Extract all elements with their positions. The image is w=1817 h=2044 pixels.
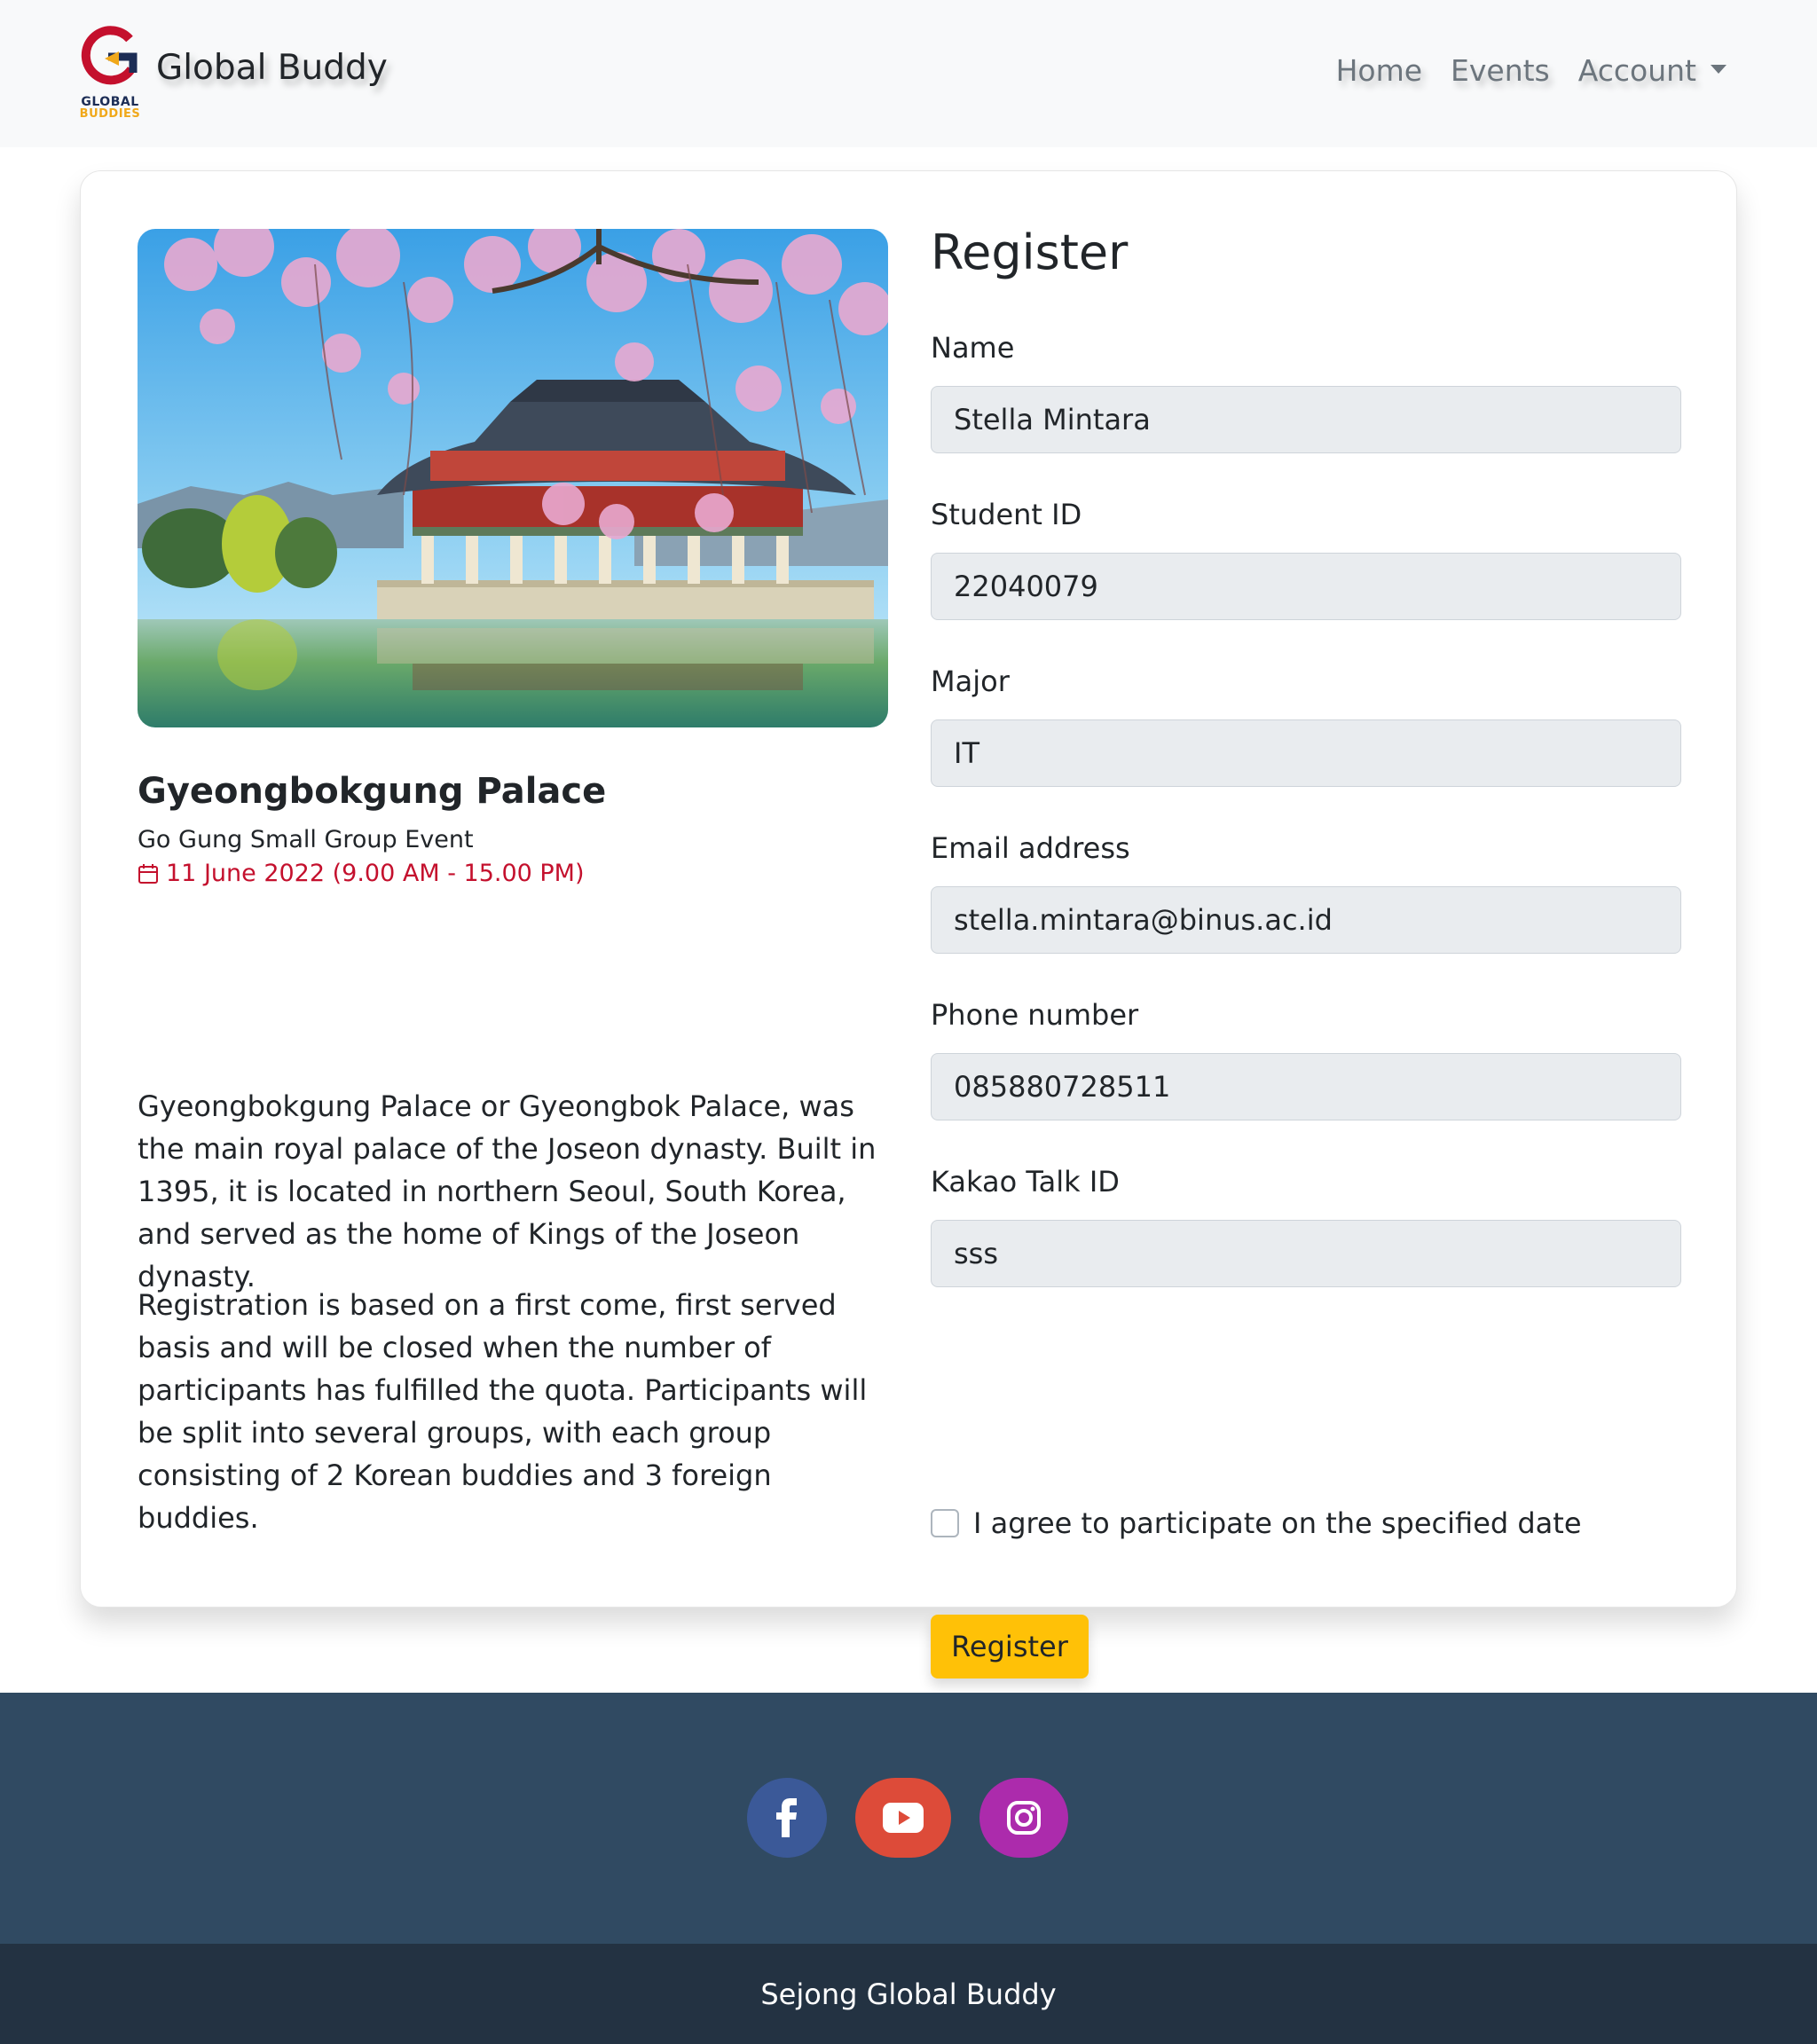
footer-bottom: Sejong Global Buddy (0, 1944, 1817, 2044)
footer-text: Sejong Global Buddy (760, 1977, 1057, 2011)
name-label: Name (931, 331, 1015, 365)
nav-links: Home Events Account (1308, 53, 1727, 88)
email-input[interactable] (931, 886, 1681, 954)
youtube-button[interactable] (855, 1778, 951, 1858)
palace-illustration (138, 229, 888, 727)
event-registration-note: Registration is based on a first come, f… (138, 1288, 868, 1535)
nav-events-link[interactable]: Events (1451, 53, 1550, 88)
major-input[interactable] (931, 719, 1681, 787)
event-description: Gyeongbokgung Palace or Gyeongbok Palace… (138, 1089, 877, 1293)
register-button[interactable]: Register (931, 1615, 1089, 1678)
logo-line2: BUDDIES (79, 107, 141, 121)
navbar: GLOBAL BUDDIES Global Buddy Home Events … (0, 0, 1817, 147)
event-registration-card: Gyeongbokgung Palace Go Gung Small Group… (80, 170, 1737, 1678)
phone-input[interactable] (931, 1053, 1681, 1120)
nav-account-label: Account (1577, 53, 1696, 88)
kakao-id-input[interactable] (931, 1220, 1681, 1287)
logo-text: GLOBAL BUDDIES (78, 96, 142, 121)
email-label: Email address (931, 831, 1130, 865)
event-date: 11 June 2022 (9.00 AM - 15.00 PM) (138, 860, 585, 887)
footer-social (0, 1693, 1817, 1944)
event-date-text: 11 June 2022 (9.00 AM - 15.00 PM) (166, 860, 585, 887)
nav-account-dropdown[interactable]: Account (1578, 53, 1727, 88)
nav-home-link[interactable]: Home (1336, 53, 1422, 88)
youtube-icon (883, 1803, 924, 1833)
facebook-button[interactable] (747, 1778, 827, 1858)
facebook-icon (776, 1798, 797, 1837)
student-id-label: Student ID (931, 498, 1082, 531)
chevron-down-icon (1711, 64, 1727, 74)
logo-line1: GLOBAL (81, 95, 139, 109)
major-label: Major (931, 664, 1010, 698)
global-buddies-logo: GLOBAL BUDDIES (78, 21, 142, 128)
event-image (138, 229, 888, 727)
event-subtitle: Go Gung Small Group Event (138, 826, 474, 853)
brand[interactable]: GLOBAL BUDDIES Global Buddy (78, 21, 388, 128)
phone-label: Phone number (931, 998, 1139, 1032)
calendar-icon (138, 863, 158, 884)
brand-name[interactable]: Global Buddy (156, 48, 388, 88)
agree-checkbox[interactable] (931, 1509, 959, 1537)
register-heading: Register (931, 224, 1129, 280)
instagram-icon (1007, 1801, 1041, 1835)
kakao-id-label: Kakao Talk ID (931, 1165, 1120, 1199)
logo-g-mark-icon (81, 26, 138, 85)
agree-row: I agree to participate on the specified … (931, 1506, 1582, 1540)
instagram-button[interactable] (979, 1778, 1068, 1858)
event-title: Gyeongbokgung Palace (138, 771, 607, 812)
name-input[interactable] (931, 386, 1681, 453)
student-id-input[interactable] (931, 553, 1681, 620)
agree-label[interactable]: I agree to participate on the specified … (973, 1506, 1582, 1540)
